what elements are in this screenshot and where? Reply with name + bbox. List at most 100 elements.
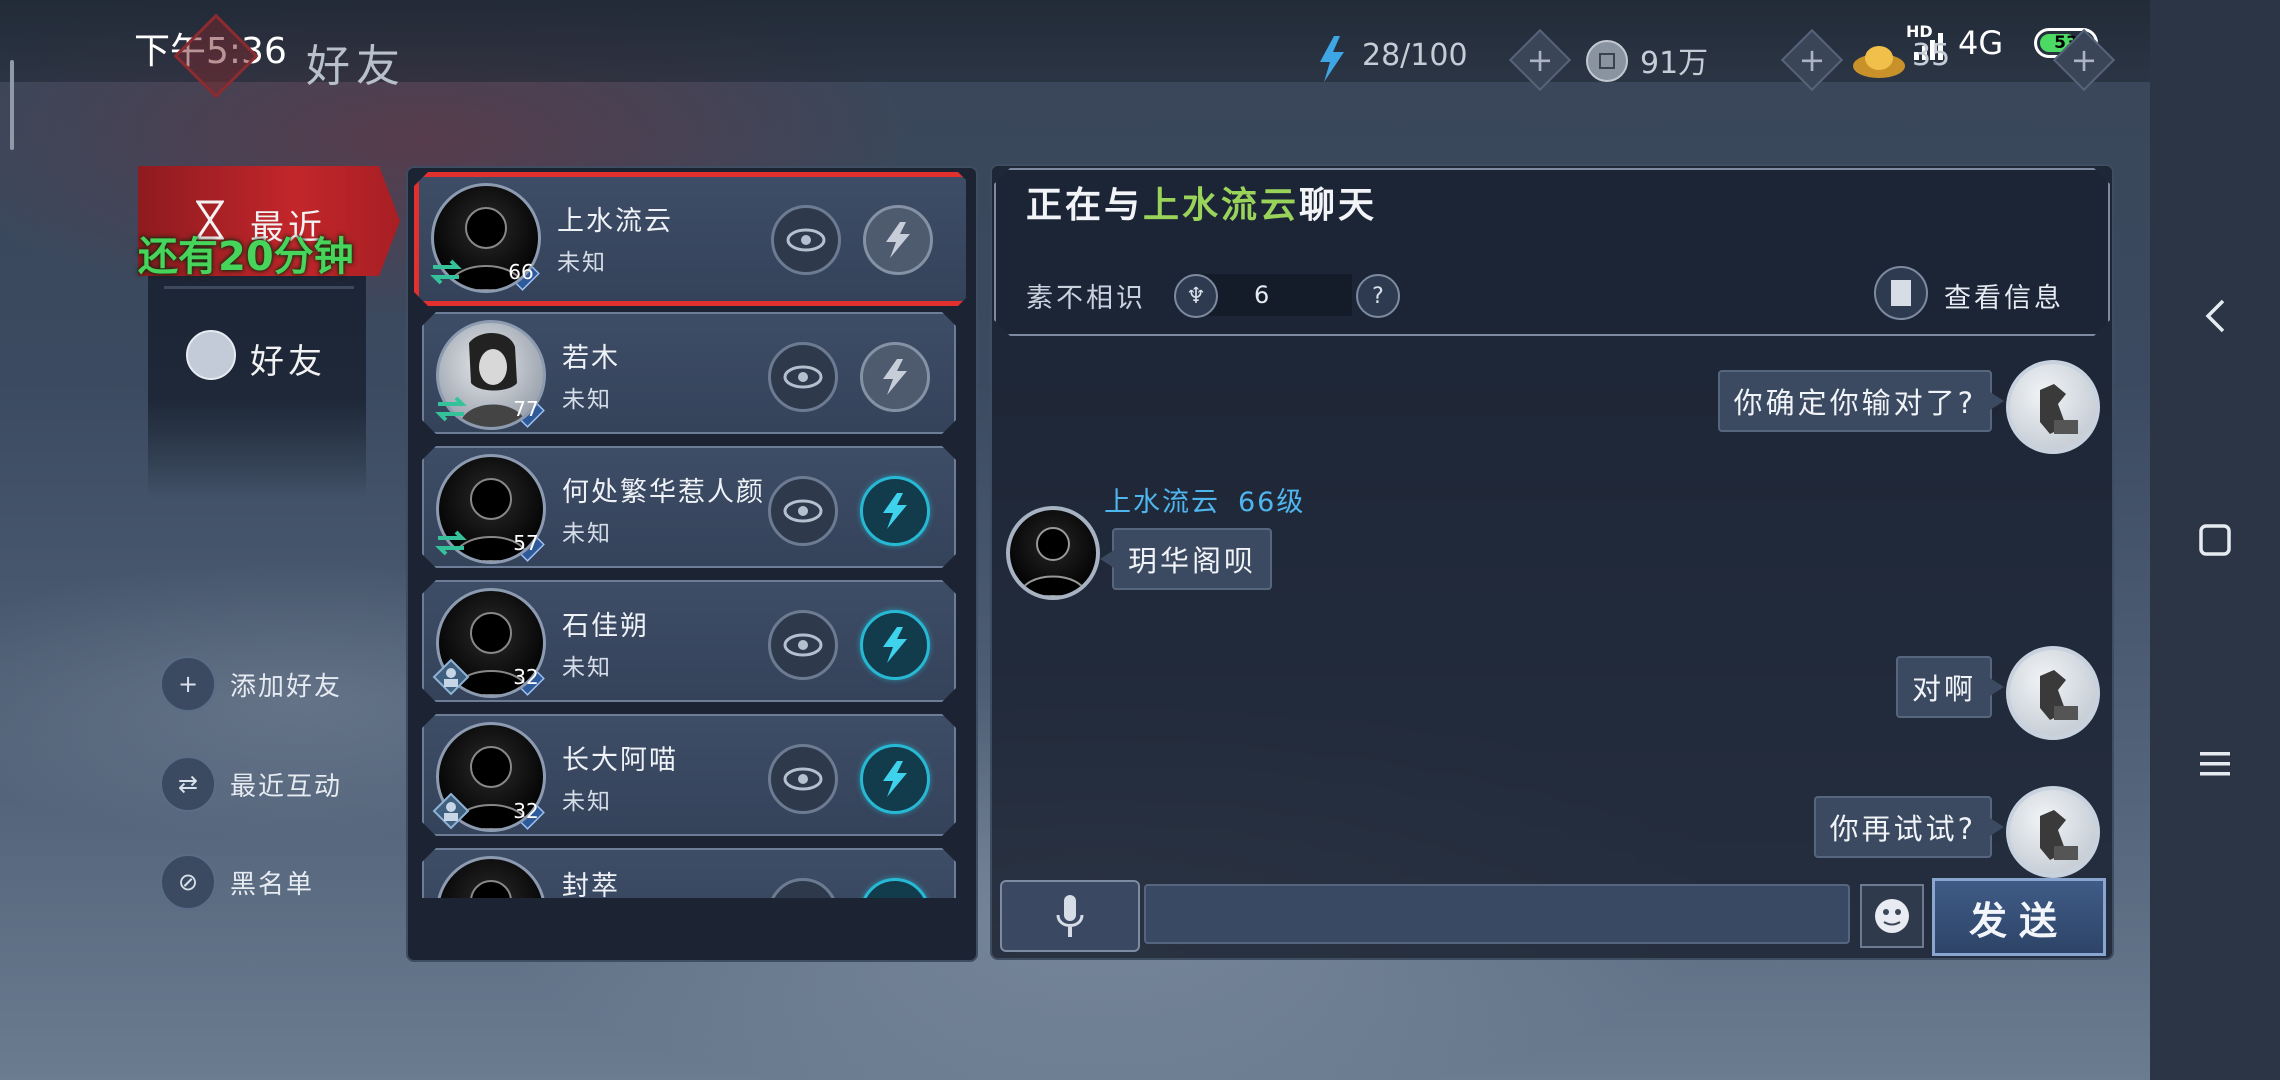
friend-status: 未知 (562, 521, 612, 547)
intimacy-icon: ♆ (1174, 274, 1218, 318)
voice-button[interactable] (1000, 880, 1140, 952)
friend-name: 若木 (562, 343, 620, 374)
emoji-button[interactable] (1860, 884, 1924, 948)
friend-name: 何处繁华惹人颜 (562, 477, 765, 508)
friend-row[interactable]: 32 石佳朔 未知 (422, 580, 956, 702)
friends-icon (186, 330, 236, 380)
eye-icon (783, 633, 823, 657)
nav-home-button[interactable] (2150, 500, 2280, 580)
friend-status: 未知 (562, 387, 612, 413)
blacklist-label: 黑名单 (230, 869, 315, 900)
friend-name: 长大阿喵 (562, 745, 678, 776)
view-button[interactable] (768, 744, 838, 814)
eye-icon (786, 228, 826, 252)
friend-name: 上水流云 (557, 206, 673, 237)
message-bubble: 玥华阁呗 (1099, 528, 1273, 590)
lightning-send-icon (878, 220, 918, 260)
view-info-button[interactable]: 查看信息 (1944, 276, 2064, 315)
friend-row[interactable]: 66 上水流云 未知 (414, 172, 966, 306)
plus-icon: + (2070, 41, 2098, 79)
message-bubble: 你再试试? (1813, 796, 2005, 858)
avatar (436, 856, 546, 898)
my-avatar (2006, 360, 2100, 454)
add-friend-label: 添加好友 (230, 671, 343, 702)
friend-name: 封萃 (562, 871, 620, 898)
gold-ingot-icon (1852, 38, 1906, 84)
plus-icon: + (1526, 41, 1554, 79)
message-bubble: 你确定你输对了? (1717, 370, 2005, 432)
coin-icon (1586, 40, 1628, 82)
view-button[interactable] (768, 610, 838, 680)
friend-list[interactable]: 66 上水流云 未知 77 若木 未知 57 何处繁华惹人颜 未知 32 石佳朔… (414, 172, 966, 898)
help-button[interactable]: ? (1356, 274, 1400, 318)
view-button[interactable] (768, 476, 838, 546)
nav-menu-button[interactable] (2150, 724, 2280, 804)
plus-icon: + (1798, 41, 1826, 79)
swap-icon: ⇄ (160, 756, 216, 812)
friend-row[interactable]: 77 若木 未知 (422, 312, 956, 434)
gift-button[interactable] (860, 744, 930, 814)
gift-button[interactable] (860, 476, 930, 546)
eye-icon (783, 365, 823, 389)
tab-friends-label: 好友 (250, 342, 326, 382)
home-square-icon (2199, 524, 2231, 556)
person-badge-icon (432, 792, 470, 830)
lightning-send-icon (875, 357, 915, 397)
my-avatar (2006, 786, 2100, 878)
gift-button[interactable] (860, 342, 930, 412)
coin-value: 91万 (1640, 46, 1709, 81)
view-button[interactable] (768, 878, 838, 898)
emoji-icon (1875, 899, 1909, 933)
friend-row[interactable]: 57 何处繁华惹人颜 未知 (422, 446, 956, 568)
send-button[interactable]: 发送 (1932, 878, 2106, 956)
blacklist-icon: ⊘ (160, 854, 216, 910)
friend-status: 未知 (557, 250, 607, 276)
sender-level: 66级 (1238, 487, 1306, 518)
view-button[interactable] (771, 205, 841, 275)
gift-button[interactable] (860, 610, 930, 680)
timer-text: 还有20分钟 (138, 234, 354, 280)
add-friend-icon: + (160, 656, 216, 712)
stamina-value: 28/100 (1362, 38, 1468, 73)
chat-title: 正在与上水流云聊天 (1026, 176, 1377, 228)
intimacy-value: 6 (1196, 274, 1352, 316)
friend-status: 未知 (562, 789, 612, 815)
level-badge: 77 (506, 392, 546, 426)
view-button[interactable] (768, 342, 838, 412)
friend-row[interactable]: 32 长大阿喵 未知 (422, 714, 956, 836)
edge-scroll-handle[interactable] (10, 60, 14, 150)
network-type: 4G (1958, 24, 2004, 62)
my-avatar (2006, 646, 2100, 740)
microphone-icon (1056, 895, 1084, 937)
gift-button[interactable] (860, 878, 930, 898)
sender-avatar (1006, 506, 1100, 600)
gold-value: 35 (1912, 38, 1951, 73)
lightning-send-icon (875, 625, 915, 665)
swap-badge-icon (432, 390, 470, 428)
friend-row[interactable]: 封萃 (422, 848, 956, 898)
gift-button[interactable] (863, 205, 933, 275)
recent-interaction-label: 最近互动 (230, 771, 343, 802)
level-badge: 66 (501, 255, 541, 289)
back-arrow-icon (2205, 299, 2225, 333)
add-friend-button[interactable]: + 添加好友 (160, 656, 342, 712)
friend-name: 石佳朔 (562, 611, 649, 642)
message-input[interactable] (1144, 884, 1850, 944)
level-badge: 32 (506, 794, 546, 828)
stamina-icon (1316, 36, 1346, 86)
nav-back-button[interactable] (2150, 276, 2280, 356)
sender-name: 上水流云 (1104, 487, 1220, 518)
chat-partner-name: 上水流云 (1143, 185, 1300, 226)
chat-title-suffix: 聊天 (1299, 185, 1378, 226)
level-badge: 57 (506, 526, 546, 560)
profile-card-icon[interactable] (1874, 266, 1928, 320)
page-title: 好友 (306, 41, 406, 92)
swap-badge-icon (427, 253, 465, 291)
system-nav-bar (2150, 0, 2280, 1080)
chat-title-prefix: 正在与 (1026, 185, 1144, 226)
person-badge-icon (432, 658, 470, 696)
swap-badge-icon (432, 524, 470, 562)
eye-icon (783, 767, 823, 791)
blacklist-button[interactable]: ⊘ 黑名单 (160, 854, 314, 910)
recent-interaction-button[interactable]: ⇄ 最近互动 (160, 756, 342, 812)
